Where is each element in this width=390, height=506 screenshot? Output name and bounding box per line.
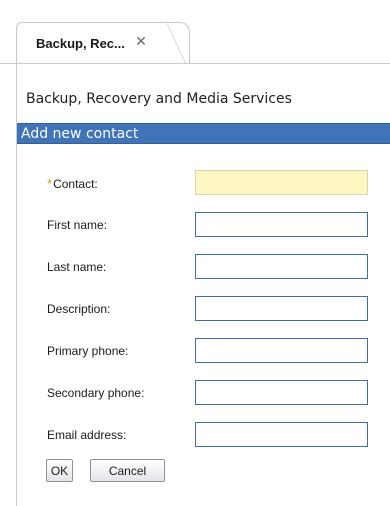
last-name-label: Last name: — [47, 260, 107, 274]
form-row-email: Email address: — [0, 422, 390, 452]
primary-phone-field[interactable] — [195, 338, 368, 363]
close-icon[interactable]: ✕ — [133, 33, 149, 49]
first-name-label: First name: — [47, 218, 108, 232]
tab-baseline — [0, 63, 390, 64]
contact-field[interactable] — [195, 170, 368, 195]
form-row-last-name: Last name: — [0, 254, 390, 284]
form-row-contact: *Contact: — [0, 170, 390, 200]
contact-label: *Contact: — [47, 176, 98, 191]
tab-label: Backup, Rec... — [36, 36, 125, 51]
email-address-field[interactable] — [195, 422, 368, 447]
section-header: Add new contact — [17, 123, 390, 144]
description-label: Description: — [47, 302, 111, 316]
page-title: Backup, Recovery and Media Services — [26, 91, 292, 107]
form-row-first-name: First name: — [0, 212, 390, 242]
last-name-field[interactable] — [195, 254, 368, 279]
email-address-label: Email address: — [47, 428, 127, 442]
form-row-primary-phone: Primary phone: — [0, 338, 390, 368]
first-name-field[interactable] — [195, 212, 368, 237]
required-icon: * — [47, 176, 53, 191]
tab-backup-recovery[interactable]: Backup, Rec... ✕ — [16, 22, 190, 64]
primary-phone-label: Primary phone: — [47, 344, 129, 358]
cancel-button[interactable]: Cancel — [90, 459, 165, 482]
secondary-phone-field[interactable] — [195, 380, 368, 405]
secondary-phone-label: Secondary phone: — [47, 386, 145, 400]
description-field[interactable] — [195, 296, 368, 321]
form-row-secondary-phone: Secondary phone: — [0, 380, 390, 410]
tab-strip: Backup, Rec... ✕ — [0, 0, 390, 64]
section-title: Add new contact — [21, 126, 139, 142]
ok-button[interactable]: OK — [46, 459, 73, 482]
form-row-description: Description: — [0, 296, 390, 326]
